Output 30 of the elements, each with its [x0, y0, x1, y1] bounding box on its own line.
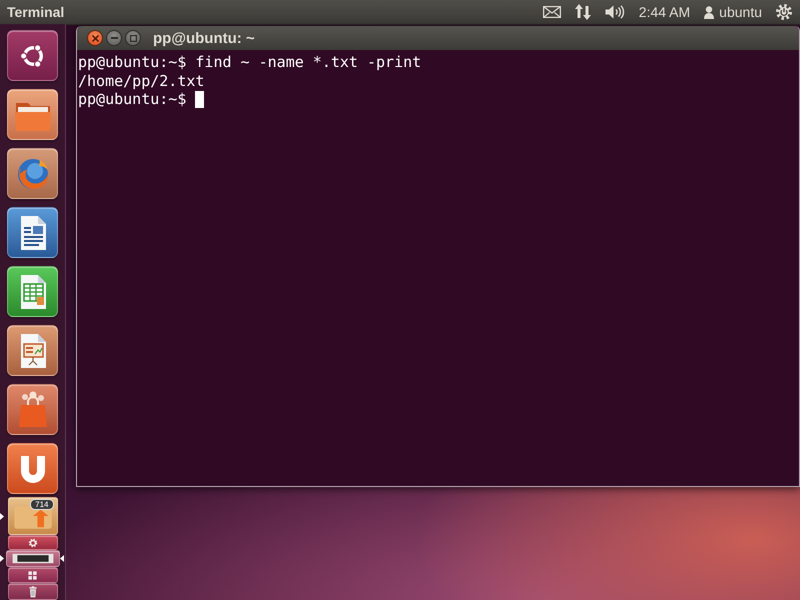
person-icon — [704, 6, 714, 18]
window-title: pp@ubuntu: ~ — [153, 30, 255, 46]
up-down-arrows-icon[interactable] — [574, 4, 591, 20]
maximize-icon — [130, 34, 136, 42]
launcher-button[interactable] — [7, 207, 58, 258]
maximize-button[interactable] — [125, 30, 141, 46]
terminal-body[interactable]: pp@ubuntu:~$ find ~ -name *.txt -print /home/pp/2.txt pp@ubuntu:~$ — [77, 50, 799, 486]
terminal-line: pp@ubuntu:~$ — [78, 90, 186, 108]
launcher-button[interactable] — [7, 30, 58, 81]
speaker-icon[interactable] — [604, 5, 625, 19]
minimize-icon — [110, 37, 118, 39]
grid-icon — [27, 570, 38, 580]
count-badge: 714 — [30, 499, 54, 510]
launcher-button[interactable] — [6, 550, 60, 567]
envelope-icon[interactable] — [542, 6, 561, 18]
user-menu-button[interactable]: ubuntu — [704, 4, 762, 20]
launcher-button[interactable]: 714 — [8, 497, 58, 535]
terminal-line: /home/pp/2.txt — [78, 72, 204, 90]
launcher-button[interactable] — [8, 583, 58, 600]
power-gear-icon[interactable] — [776, 4, 792, 20]
close-button[interactable] — [87, 30, 103, 46]
app-title: Terminal — [7, 4, 64, 20]
gear-icon — [28, 538, 38, 548]
launcher-button[interactable] — [8, 567, 58, 583]
trash-icon — [26, 586, 38, 598]
close-icon — [92, 34, 98, 42]
clock[interactable]: 2:44 AM — [638, 4, 690, 20]
terminal-line: pp@ubuntu:~$ find ~ -name *.txt -print — [78, 53, 422, 72]
launcher-button[interactable] — [8, 535, 58, 550]
minimize-button[interactable] — [106, 30, 122, 46]
